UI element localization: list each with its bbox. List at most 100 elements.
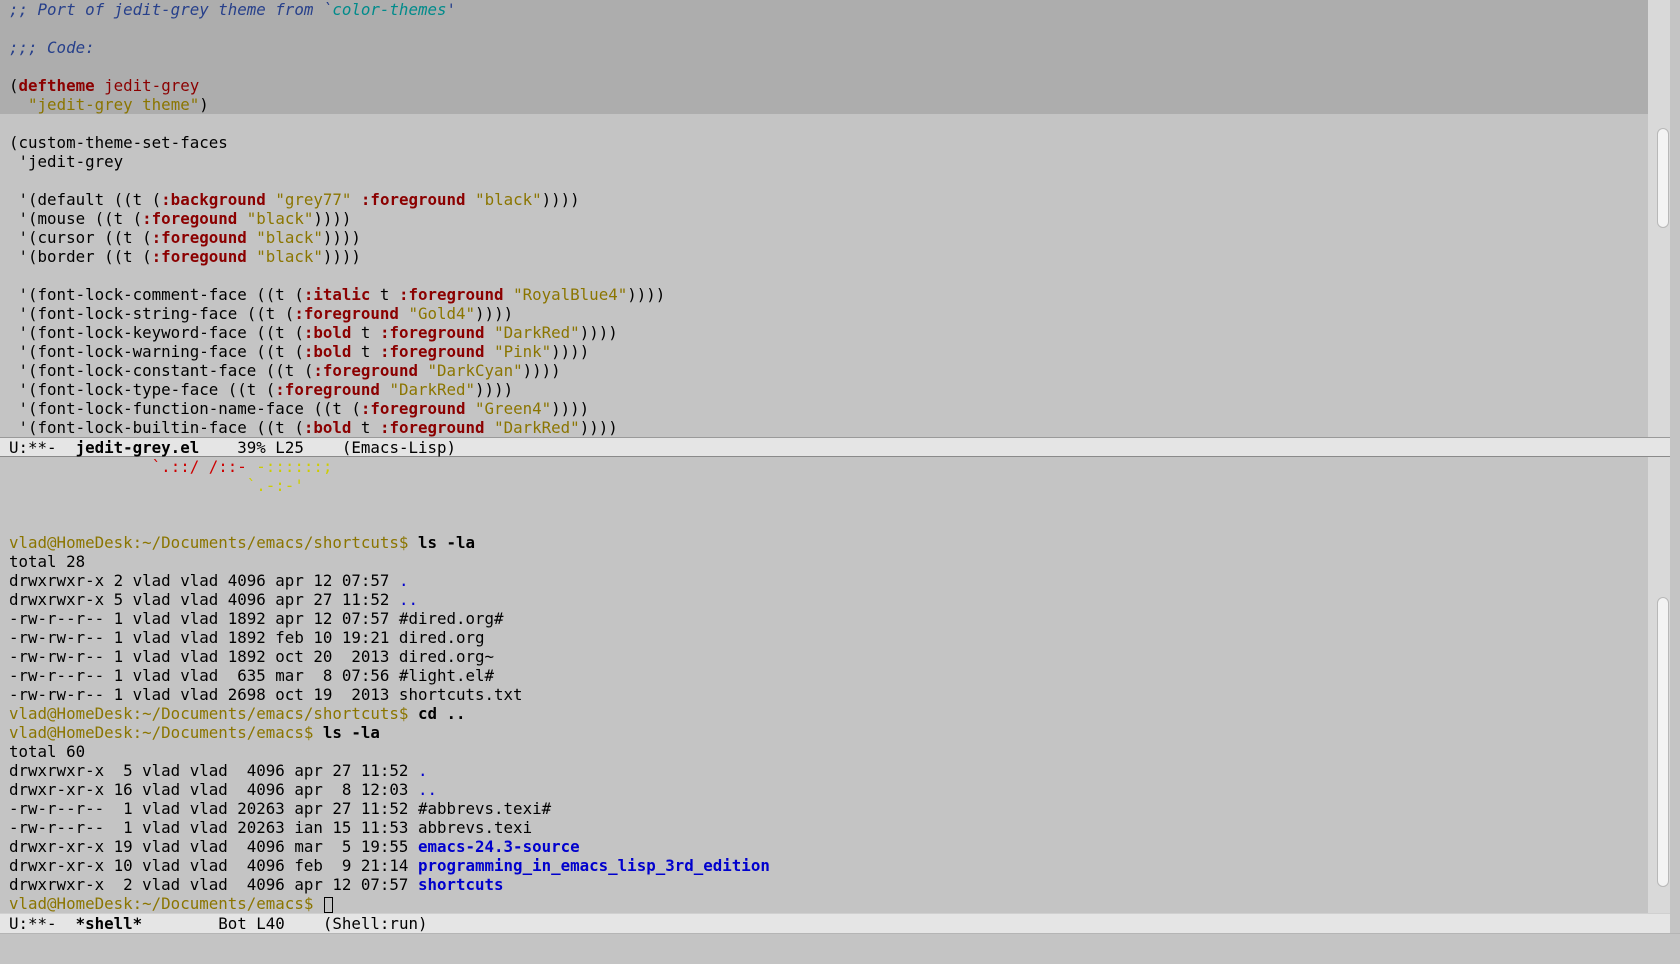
shell-line-segment: ..	[398, 590, 418, 609]
shell-line-segment: drwxrwxr-x 2 vlad vlad 4096 apr 12 07:57	[9, 875, 418, 894]
mode-line-major-mode[interactable]: (Shell:run)	[323, 914, 428, 933]
code-line-segment: '(font-lock-warning-face ((t (	[9, 342, 304, 361]
code-line-segment: "RoyalBlue4"	[513, 285, 628, 304]
shell-line-segment: ls -la	[322, 723, 380, 742]
code-line-segment: "Gold4"	[408, 304, 476, 323]
shell-line: -rw-r--r-- 1 vlad vlad 1892 apr 12 07:57…	[0, 609, 1648, 628]
editor-window[interactable]: ;; Port of jedit-grey theme from `color-…	[0, 0, 1648, 437]
shell-line-segment	[9, 476, 247, 495]
code-line-segment: "black"	[475, 190, 542, 209]
code-line: '(cursor ((t (:foregound "black"))))	[0, 228, 1648, 247]
code-line-segment: :foregound	[151, 228, 247, 247]
shell-line-segment: ls -la	[417, 533, 476, 552]
shell-line: vlad@HomeDesk:~/Documents/emacs$ ls -la	[0, 723, 1648, 742]
mode-line-status: U:**-	[9, 438, 76, 457]
shell-window[interactable]: `.::/ /::- -::::::; `.-:-' vlad@HomeDesk:…	[0, 457, 1648, 914]
code-line-segment: t	[351, 342, 380, 361]
shell-line-segment: cd ..	[417, 704, 466, 723]
code-line-segment	[466, 399, 476, 418]
shell-line-segment: .	[417, 761, 428, 780]
shell-line: -rw-rw-r-- 1 vlad vlad 1892 oct 20 2013 …	[0, 647, 1648, 666]
code-line: '(font-lock-type-face ((t (:foreground "…	[0, 380, 1648, 399]
shell-line: -rw-r--r-- 1 vlad vlad 20263 apr 27 11:5…	[0, 799, 1648, 818]
code-line-segment: '(font-lock-string-face ((t (	[9, 304, 295, 323]
code-line: '(font-lock-function-name-face ((t (:for…	[0, 399, 1648, 418]
code-line-segment: '(font-lock-builtin-face ((t (	[9, 418, 304, 437]
mode-line-major-mode[interactable]: (Emacs-Lisp)	[342, 438, 456, 457]
code-line-segment: :foreground	[379, 418, 485, 437]
code-line: '(mouse ((t (:foregound "black"))))	[0, 209, 1648, 228]
shell-line: total 60	[0, 742, 1648, 761]
code-line-segment: :foreground	[294, 304, 399, 323]
code-line: '(font-lock-string-face ((t (:foreground…	[0, 304, 1648, 323]
editor-scrollbar[interactable]	[1648, 0, 1670, 437]
shell-line: `.-:-'	[0, 476, 1648, 495]
code-line	[0, 57, 1648, 76]
code-line-segment: '(font-lock-constant-face ((t (	[9, 361, 314, 380]
code-line-segment: t	[351, 418, 380, 437]
shell-line: drwxr-xr-x 16 vlad vlad 4096 apr 8 12:03…	[0, 780, 1648, 799]
mode-line-buffer-name[interactable]: jedit-grey.el	[76, 438, 200, 457]
code-line: '(font-lock-builtin-face ((t (:bold t :f…	[0, 418, 1648, 437]
code-line-segment: ))))	[579, 323, 618, 342]
shell-line: drwxrwxr-x 2 vlad vlad 4096 apr 12 07:57…	[0, 875, 1648, 894]
shell-scrollbar[interactable]	[1648, 457, 1670, 913]
code-line: "jedit-grey theme")	[0, 95, 1648, 114]
shell-line: drwxr-xr-x 10 vlad vlad 4096 feb 9 21:14…	[0, 856, 1648, 875]
code-line-segment: :foreground	[379, 342, 485, 361]
code-line-segment: ))))	[475, 304, 514, 323]
code-line-segment	[9, 95, 28, 114]
mode-line-status: U:**-	[9, 914, 76, 933]
code-line-segment	[504, 285, 514, 304]
code-line-segment: ))))	[322, 228, 361, 247]
shell-line-segment: total 28	[9, 552, 86, 571]
shell-line-segment: drwxrwxr-x 5 vlad vlad 4096 apr 27 11:52	[9, 590, 399, 609]
code-line-segment: '(mouse ((t (	[9, 209, 143, 228]
code-line: '(font-lock-comment-face ((t (:italic t …	[0, 285, 1648, 304]
code-line-segment: '(cursor ((t (	[9, 228, 152, 247]
shell-line-segment: drwxrwxr-x 5 vlad vlad 4096 apr 27 11:52	[9, 761, 418, 780]
code-line: '(border ((t (:foregound "black"))))	[0, 247, 1648, 266]
code-line-segment: (custom-theme-set-faces	[9, 133, 228, 152]
shell-line-segment	[247, 457, 257, 476]
code-line: ;;; Code:	[0, 38, 1648, 57]
code-line-segment: ))))	[322, 247, 361, 266]
code-line: (deftheme jedit-grey	[0, 76, 1648, 95]
code-line-segment: "black"	[256, 228, 323, 247]
editor-scrollbar-thumb[interactable]	[1657, 128, 1669, 228]
code-line-segment: :foreground	[360, 190, 466, 209]
code-line-segment	[266, 190, 276, 209]
shell-line: -rw-rw-r-- 1 vlad vlad 2698 oct 19 2013 …	[0, 685, 1648, 704]
code-line-segment: "grey77"	[275, 190, 352, 209]
shell-line-segment: drwxr-xr-x 16 vlad vlad 4096 apr 8 12:03	[9, 780, 418, 799]
shell-line-segment: drwxr-xr-x 10 vlad vlad 4096 feb 9 21:14	[9, 856, 418, 875]
code-line-segment: ))))	[579, 418, 618, 437]
code-line-segment: "black"	[246, 209, 314, 228]
shell-line-segment: ..	[417, 780, 437, 799]
code-line	[0, 19, 1648, 38]
shell-line-segment: -rw-rw-r-- 1 vlad vlad 1892 oct 20 2013 …	[9, 647, 495, 666]
code-line-segment: "DarkRed"	[494, 323, 580, 342]
code-line-segment: t	[370, 285, 399, 304]
code-line-segment: t	[351, 323, 380, 342]
shell-line: vlad@HomeDesk:~/Documents/emacs$	[0, 894, 1648, 913]
shell-line-segment: shortcuts	[417, 875, 504, 894]
shell-line-segment: drwxr-xr-x 19 vlad vlad 4096 mar 5 19:55	[9, 837, 418, 856]
code-line-segment: :foregound	[151, 247, 247, 266]
code-line-segment: "DarkRed"	[389, 380, 476, 399]
text-cursor	[323, 896, 333, 913]
shell-scrollbar-thumb[interactable]	[1657, 597, 1669, 887]
code-line-segment: "black"	[256, 247, 323, 266]
echo-area[interactable]	[0, 933, 1680, 964]
shell-line-segment: total 60	[9, 742, 86, 761]
code-line-segment: :foreground	[398, 285, 504, 304]
code-line-segment	[237, 209, 247, 228]
code-line-segment: jedit-grey	[104, 76, 200, 95]
code-line-segment: ;;; Code:	[9, 38, 95, 57]
code-line-segment: ))))	[522, 361, 561, 380]
mode-line-buffer-name[interactable]: *shell*	[76, 914, 143, 933]
code-line-segment: "DarkCyan"	[427, 361, 523, 380]
